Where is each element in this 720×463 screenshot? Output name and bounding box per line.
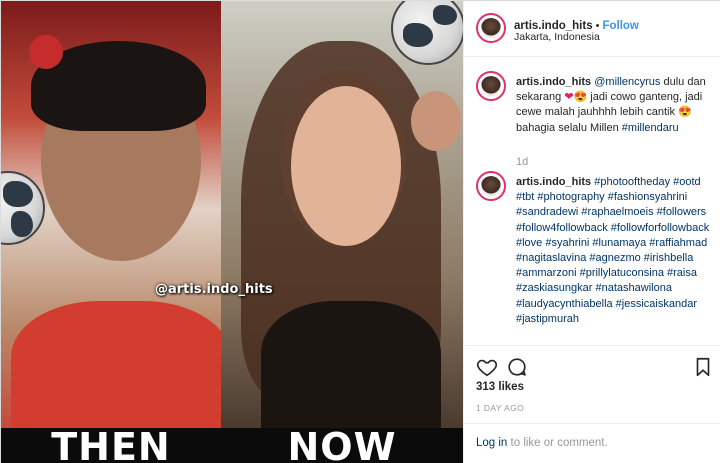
- comment-icon[interactable]: [506, 356, 528, 378]
- post-container: THEN NOW @artis.indo_hits artis.indo_hit…: [0, 0, 720, 463]
- comment-username[interactable]: artis.indo_hits: [516, 176, 591, 188]
- avatar[interactable]: [476, 13, 506, 43]
- hand-now: [411, 91, 461, 151]
- login-text: to like or comment.: [507, 437, 608, 449]
- now-photo: [221, 1, 463, 463]
- hashtag-comment: artis.indo_hits #photooftheday #ootd #tb…: [516, 175, 716, 327]
- caption-username[interactable]: artis.indo_hits: [516, 76, 591, 88]
- then-photo: [1, 1, 221, 463]
- hashtag-link[interactable]: #millendaru: [622, 122, 679, 134]
- heart-eyes-emoji-2: 😍: [678, 106, 692, 119]
- heart-eyes-emoji: 😍: [573, 91, 588, 104]
- post-time: 1 DAY AGO: [476, 403, 525, 413]
- heart-emoji: ❤: [564, 91, 574, 104]
- now-label: NOW: [287, 425, 397, 463]
- login-bar: Log in to like or comment.: [464, 423, 720, 463]
- post-photo[interactable]: THEN NOW @artis.indo_hits: [1, 1, 463, 463]
- action-bar: [464, 345, 720, 385]
- bookmark-icon[interactable]: [692, 356, 714, 378]
- lantern: [29, 35, 63, 69]
- globe-right: [391, 1, 463, 65]
- shirt-then: [11, 301, 221, 441]
- location-link[interactable]: Jakarta, Indonesia: [514, 31, 600, 43]
- face-now-inner: [291, 86, 401, 246]
- mention-link[interactable]: @millencyrus: [594, 76, 660, 88]
- likes-count[interactable]: 313 likes: [476, 381, 524, 393]
- post-header: artis.indo_hits • Follow Jakarta, Indonesi…: [464, 1, 720, 57]
- hashtag-list[interactable]: #photooftheday #ootd #tbt #photography #…: [516, 176, 709, 325]
- caption-text-3: bahagia selalu Millen: [516, 121, 622, 134]
- follow-button[interactable]: Follow: [602, 20, 638, 32]
- comment-avatar[interactable]: [476, 171, 506, 201]
- caption: artis.indo_hits @millencyrus dulu dan se…: [516, 75, 716, 136]
- then-label: THEN: [51, 425, 171, 463]
- top-now: [261, 301, 441, 431]
- watermark: @artis.indo_hits: [155, 282, 273, 297]
- post-sidebar: artis.indo_hits • Follow Jakarta, Indonesi…: [463, 1, 720, 463]
- caption-time: 1d: [516, 156, 529, 168]
- login-link[interactable]: Log in: [476, 437, 507, 449]
- heart-icon[interactable]: [476, 356, 498, 378]
- globe-left: [1, 171, 45, 245]
- caption-avatar[interactable]: [476, 71, 506, 101]
